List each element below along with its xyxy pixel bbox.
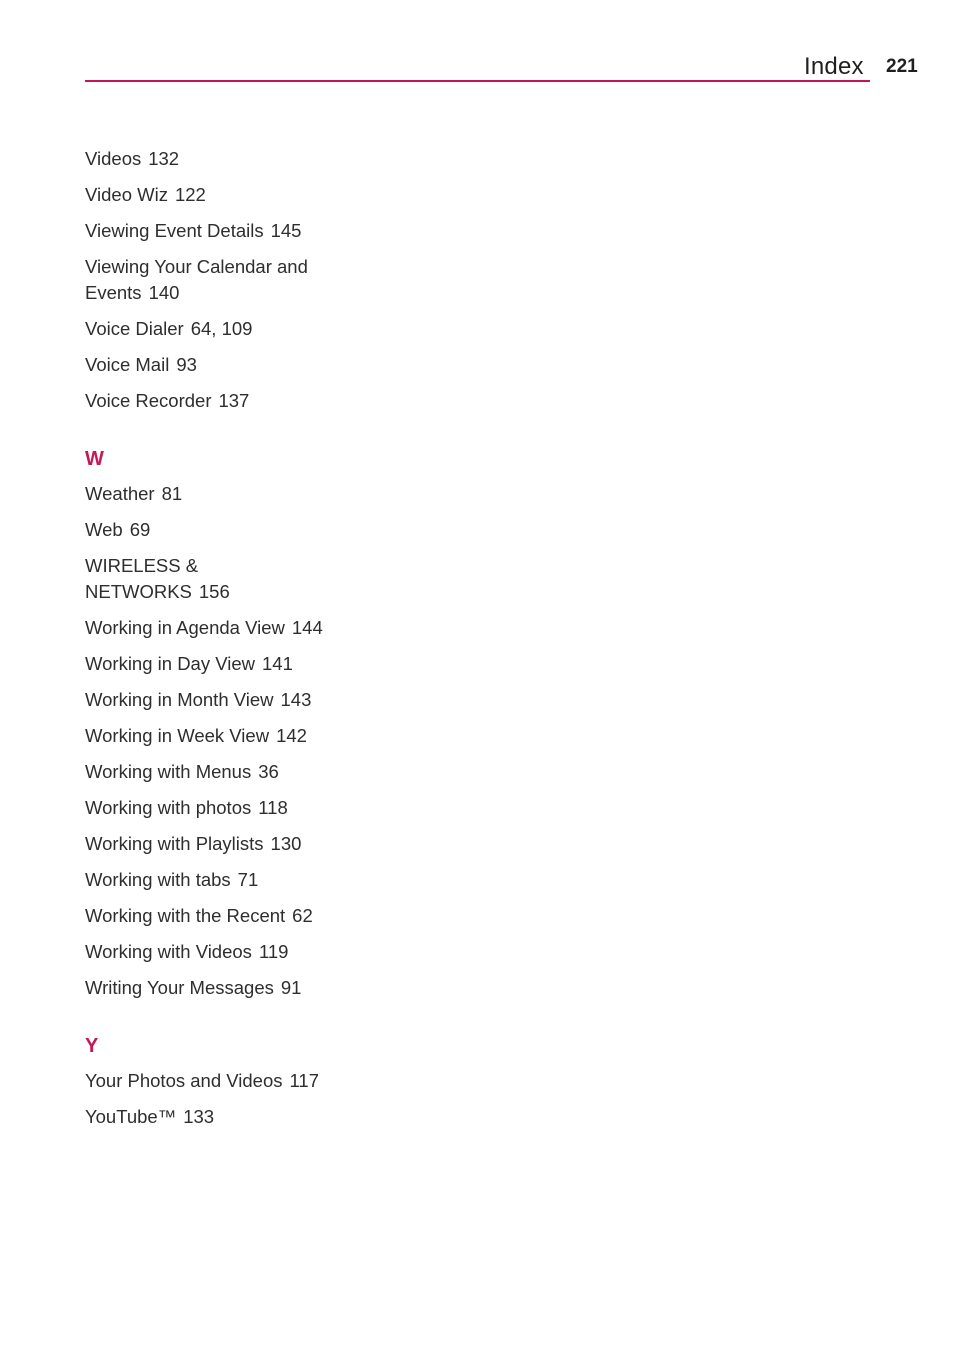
entry-pages: 140 [148,282,180,303]
index-entry: Writing Your Messages 91 [85,975,330,1001]
index-entry: YouTube™ 133 [85,1104,330,1130]
index-entry: Working in Week View 142 [85,723,330,749]
entry-pages: 144 [291,617,323,638]
entry-term: Working in Agenda View [85,617,285,638]
entry-term: Voice Recorder [85,390,212,411]
entry-term: Weather [85,483,155,504]
index-entry: WIRELESS & NETWORKS 156 [85,553,330,605]
page-header: Index 221 [0,0,954,100]
entry-term: Working with photos [85,797,252,818]
entry-term: Web [85,519,123,540]
entry-term: Working with tabs [85,869,231,890]
entry-pages: 64, 109 [190,318,253,339]
entry-term: Viewing Your Calendar and Events [85,256,308,303]
entry-term: Writing Your Messages [85,977,274,998]
entry-pages: 81 [161,483,183,504]
index-entry: Voice Mail 93 [85,352,330,378]
entry-pages: 156 [198,581,230,602]
entry-term: Your Photos and Videos [85,1070,283,1091]
entry-term: Working with the Recent [85,905,286,926]
entry-pages: 141 [262,653,293,674]
index-entry: Your Photos and Videos 117 [85,1068,330,1094]
entry-pages: 36 [258,761,279,782]
index-entry: Voice Recorder 137 [85,388,330,414]
entry-pages: 71 [237,869,259,890]
index-entry: Working in Month View 143 [85,687,330,713]
index-section-y: Y Your Photos and Videos 117 YouTube™ 133 [85,1034,335,1130]
index-entry: Videos 132 [85,146,330,172]
entry-term: Working in Week View [85,725,270,746]
entry-pages: 93 [176,354,197,375]
index-section-v: Videos 132 Video Wiz 122 Viewing Event Det… [85,146,335,414]
index-entry: Working in Day View 141 [85,651,330,677]
entry-term: Working with Menus [85,761,252,782]
section-letter: Y [85,1035,99,1057]
entry-term: Video Wiz [85,184,168,205]
entry-pages: 145 [270,220,302,241]
index-entry: Working with photos 118 [85,795,330,821]
entry-term: WIRELESS & NETWORKS [85,555,199,602]
index-entry: Working with the Recent 62 [85,903,330,929]
page-title: Index [804,53,864,80]
index-entry: Working with Menus 36 [85,759,330,785]
entry-pages: 137 [218,390,250,411]
index-entry: Working with Videos 119 [85,939,330,965]
entry-term: YouTube™ [85,1106,177,1127]
entry-term: Videos [85,148,142,169]
header-rule [85,80,870,82]
entry-pages: 130 [270,833,302,854]
section-letter: W [85,448,104,470]
entry-term: Working in Month View [85,689,274,710]
index-entry: Working with Playlists 130 [85,831,330,857]
page-number: 221 [886,56,918,77]
entry-pages: 122 [174,184,206,205]
entry-pages: 133 [183,1106,215,1127]
index-entry: Viewing Event Details 145 [85,218,330,244]
entry-pages: 143 [280,689,312,710]
entry-pages: 91 [280,977,302,998]
entry-term: Voice Dialer [85,318,184,339]
index-entry: Voice Dialer 64, 109 [85,316,330,342]
entry-pages: 69 [129,519,151,540]
entry-pages: 132 [148,148,180,169]
entry-term: Working in Day View [85,653,255,674]
entry-pages: 142 [276,725,307,746]
index-entry: Viewing Your Calendar and Events 140 [85,254,330,306]
entry-term: Working with Videos [85,941,252,962]
index-entry: Working in Agenda View 144 [85,615,330,641]
entry-pages: 62 [292,905,313,926]
entry-term: Working with Playlists [85,833,264,854]
entry-pages: 119 [258,941,289,962]
index-entry: Video Wiz 122 [85,182,330,208]
entry-pages: 117 [289,1070,320,1091]
index-entry: Web 69 [85,517,330,543]
index-entry: Weather 81 [85,481,330,507]
index-entry: Working with tabs 71 [85,867,330,893]
index-section-w: W Weather 81 Web 69 WIRELESS & NETWORKS 156… [85,447,335,1001]
entry-term: Voice Mail [85,354,170,375]
entry-pages: 118 [258,797,288,818]
entry-term: Viewing Event Details [85,220,264,241]
index-column: Videos 132 Video Wiz 122 Viewing Event Det… [85,146,335,1140]
